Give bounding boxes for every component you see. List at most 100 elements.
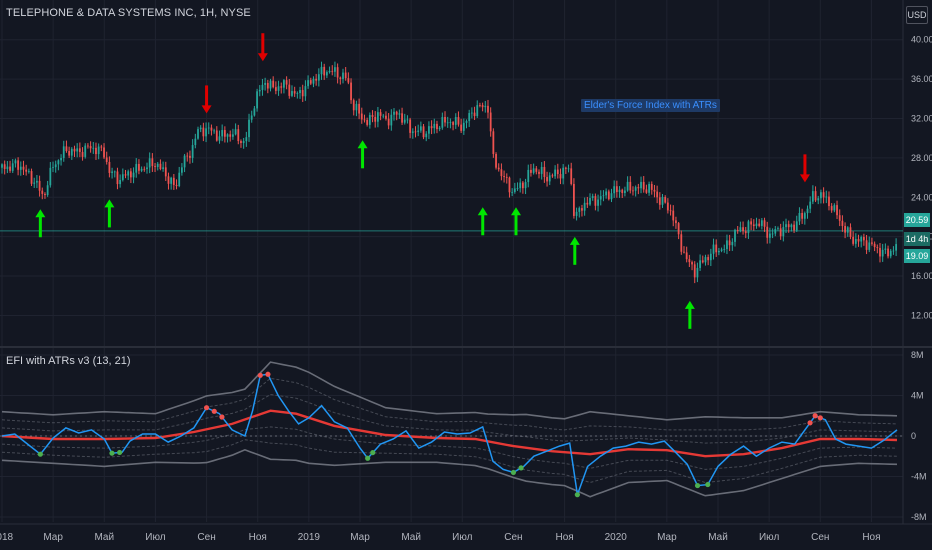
candle-body bbox=[191, 145, 194, 158]
candle-body bbox=[138, 163, 140, 171]
candle-body bbox=[707, 257, 710, 261]
candle-body bbox=[27, 171, 30, 172]
indicator-axis-label: -4M bbox=[911, 471, 927, 481]
candle-body bbox=[632, 190, 634, 192]
candle-body bbox=[548, 175, 551, 182]
candle-body bbox=[607, 191, 610, 200]
candle-body bbox=[170, 177, 173, 184]
time-axis-label: Июл bbox=[759, 532, 779, 543]
countdown-badge: 1d 4h bbox=[904, 232, 930, 246]
candle-body bbox=[202, 127, 205, 137]
candle-body bbox=[41, 190, 44, 194]
candle-body bbox=[723, 249, 726, 250]
currency-button[interactable]: USD bbox=[906, 6, 928, 24]
candle-body bbox=[363, 119, 366, 121]
candle-body bbox=[46, 185, 49, 195]
candle-body bbox=[132, 172, 135, 178]
candle-body bbox=[417, 130, 420, 132]
candle-body bbox=[113, 171, 116, 173]
candle-body bbox=[540, 166, 543, 174]
candle-body bbox=[229, 134, 232, 137]
candle-body bbox=[245, 137, 248, 142]
candle-body bbox=[656, 191, 659, 198]
candle-body bbox=[605, 191, 608, 196]
candle-body bbox=[250, 115, 253, 120]
overbought-dot bbox=[265, 371, 271, 377]
candle-body bbox=[833, 205, 836, 211]
candle-body bbox=[570, 168, 573, 184]
candle-body bbox=[143, 168, 146, 170]
chart-area[interactable]: 12.0016.0020.0024.0028.0032.0036.0040.00… bbox=[0, 0, 932, 550]
indicator-title[interactable]: EFI with ATRs v3 (13, 21) bbox=[6, 355, 131, 367]
overbought-dot bbox=[211, 408, 217, 414]
buy-arrow-head bbox=[510, 207, 521, 216]
candle-body bbox=[564, 167, 567, 169]
candle-body bbox=[414, 131, 417, 133]
indicator-axis-label: 4M bbox=[911, 391, 924, 401]
candle-body bbox=[164, 167, 167, 177]
candle-body bbox=[401, 113, 403, 123]
candle-body bbox=[256, 91, 258, 109]
candle-body bbox=[9, 166, 11, 171]
time-axis-label: Ноя bbox=[555, 532, 573, 543]
candle-body bbox=[328, 70, 331, 73]
candle-body bbox=[527, 169, 530, 183]
candle-body bbox=[766, 226, 769, 238]
candle-body bbox=[17, 160, 20, 170]
candle-body bbox=[438, 127, 441, 130]
candle-body bbox=[744, 231, 747, 234]
candle-body bbox=[629, 181, 632, 191]
indicator-axis-label: -8M bbox=[911, 512, 927, 522]
candle-body bbox=[489, 112, 492, 132]
candle-body bbox=[672, 210, 675, 221]
oversold-dot bbox=[370, 449, 376, 456]
candle-body bbox=[852, 236, 855, 244]
chart-canvas[interactable]: 12.0016.0020.0024.0028.0032.0036.0040.00… bbox=[0, 0, 932, 550]
candle-body bbox=[712, 244, 715, 254]
candle-body bbox=[167, 176, 170, 184]
candle-body bbox=[285, 80, 288, 85]
candle-body bbox=[811, 191, 814, 202]
candle-body bbox=[634, 187, 637, 191]
candle-body bbox=[889, 250, 892, 257]
candle-body bbox=[186, 155, 189, 157]
candle-body bbox=[411, 131, 414, 133]
candle-body bbox=[344, 72, 347, 79]
candle-body bbox=[213, 130, 216, 132]
candle-body bbox=[180, 167, 183, 173]
candle-body bbox=[578, 208, 581, 212]
candle-body bbox=[747, 221, 750, 234]
candle-body bbox=[154, 166, 156, 168]
candle-body bbox=[274, 87, 277, 91]
annotation-label[interactable]: Elder's Force Index with ATRs bbox=[581, 99, 720, 112]
oversold-dot bbox=[694, 482, 701, 489]
candle-body bbox=[820, 192, 822, 199]
candle-body bbox=[696, 267, 699, 278]
overbought-dot bbox=[257, 372, 263, 378]
oversold-dot bbox=[705, 481, 711, 488]
candle-body bbox=[197, 129, 199, 139]
candle-body bbox=[430, 126, 433, 129]
candle-body bbox=[323, 66, 326, 76]
indicator-axis-label: 0 bbox=[911, 431, 916, 441]
candle-body bbox=[428, 126, 430, 134]
time-axis-label: Май bbox=[708, 532, 728, 543]
candle-body bbox=[33, 182, 36, 184]
candle-body bbox=[261, 84, 264, 90]
candle-body bbox=[465, 121, 468, 123]
candle-body bbox=[60, 157, 62, 161]
candle-body bbox=[57, 160, 60, 165]
candle-body bbox=[210, 127, 213, 131]
candle-body bbox=[728, 240, 731, 246]
candle-body bbox=[755, 223, 758, 227]
candle-body bbox=[586, 202, 589, 205]
candle-body bbox=[640, 181, 642, 189]
candle-body bbox=[589, 198, 591, 205]
candle-body bbox=[726, 240, 728, 250]
overbought-dot bbox=[812, 413, 818, 419]
candle-body bbox=[312, 78, 315, 84]
candle-body bbox=[769, 233, 771, 238]
candle-body bbox=[779, 228, 782, 237]
candle-body bbox=[293, 91, 296, 94]
candle-body bbox=[801, 213, 804, 219]
